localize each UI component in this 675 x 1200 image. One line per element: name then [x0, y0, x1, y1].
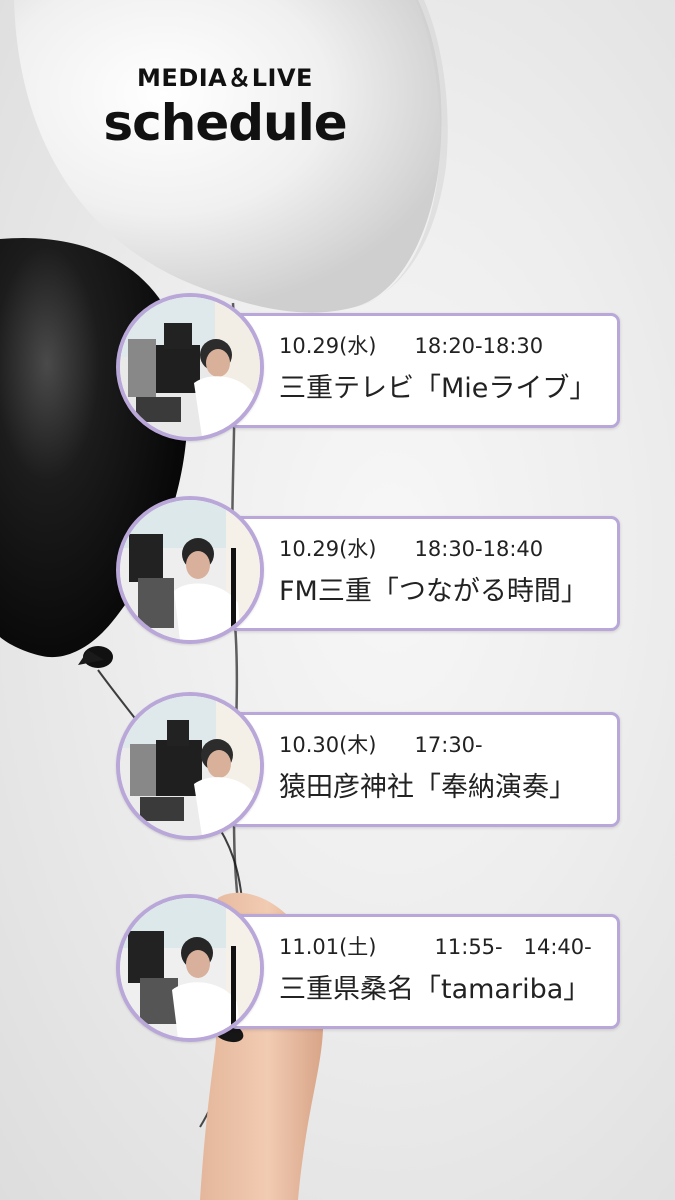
schedule-date-time: 11.01(土) 11:55- 14:40-	[279, 937, 619, 958]
header-subtitle: MEDIA＆LIVE	[137, 64, 313, 92]
schedule-card: 10.29(水) 18:20-18:30 三重テレビ「Mieライブ」	[228, 313, 620, 428]
schedule-card: 10.30(木) 17:30- 猿田彦神社「奉納演奏」	[228, 712, 620, 827]
person-photo-icon	[116, 894, 264, 1042]
schedule-page: MEDIA＆LIVE schedule 10.29(水) 18:20-18:30 …	[0, 0, 675, 1200]
schedule-event: 猿田彦神社「奉納演奏」	[279, 772, 576, 803]
schedule-item: 11.01(土) 11:55- 14:40- 三重県桑名「tamariba」	[116, 894, 636, 1046]
schedule-event: 三重テレビ「Mieライブ」	[279, 373, 597, 404]
schedule-date: 10.29(水)	[279, 334, 377, 358]
schedule-item: 10.30(木) 17:30- 猿田彦神社「奉納演奏」	[116, 692, 636, 844]
schedule-date-time: 10.29(水) 18:20-18:30	[279, 336, 619, 357]
schedule-item: 10.29(水) 18:20-18:30 三重テレビ「Mieライブ」	[116, 293, 636, 445]
schedule-event: 三重県桑名「tamariba」	[279, 974, 591, 1005]
person-photo-icon	[116, 692, 264, 840]
schedule-card: 11.01(土) 11:55- 14:40- 三重県桑名「tamariba」	[228, 914, 620, 1029]
schedule-time: 17:30-	[414, 733, 483, 757]
page-header: MEDIA＆LIVE schedule	[90, 66, 360, 148]
schedule-time: 18:20-18:30	[414, 334, 544, 358]
schedule-event: FM三重「つながる時間」	[279, 576, 588, 607]
schedule-date-time: 10.29(水) 18:30-18:40	[279, 539, 619, 560]
schedule-item: 10.29(水) 18:30-18:40 FM三重「つながる時間」	[116, 496, 636, 648]
schedule-date-time: 10.30(木) 17:30-	[279, 735, 619, 756]
schedule-date: 10.30(木)	[279, 733, 377, 757]
schedule-card: 10.29(水) 18:30-18:40 FM三重「つながる時間」	[228, 516, 620, 631]
header-title: schedule	[103, 94, 347, 152]
person-photo-icon	[116, 496, 264, 644]
schedule-date: 10.29(水)	[279, 537, 377, 561]
person-photo-icon	[116, 293, 264, 441]
schedule-time: 18:30-18:40	[414, 537, 544, 561]
schedule-date: 11.01(土)	[279, 935, 377, 959]
schedule-time: 11:55- 14:40-	[434, 935, 592, 959]
